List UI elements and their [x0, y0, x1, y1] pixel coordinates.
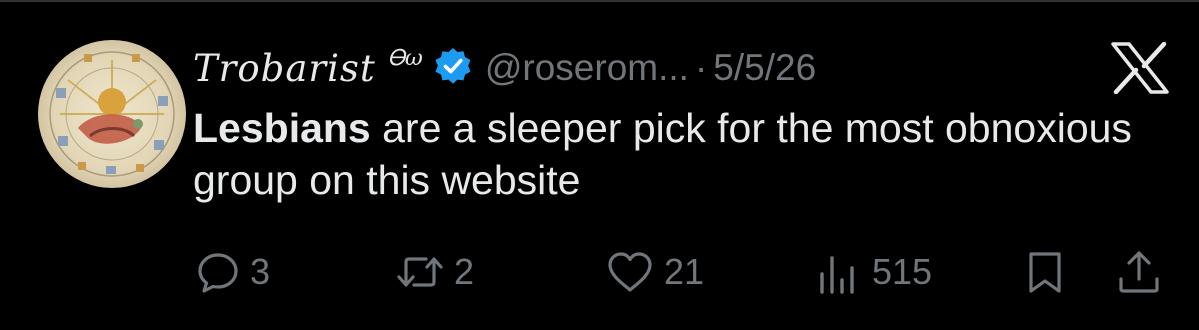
post-text-bold: Lesbians [193, 105, 371, 151]
user-handle[interactable]: @roserom... [485, 47, 689, 89]
avatar-image [38, 40, 186, 188]
speech-bubble-icon [198, 253, 238, 293]
repost-count: 2 [454, 251, 475, 292]
reply-button[interactable]: 3 [196, 242, 270, 302]
views-button[interactable]: 515 [814, 242, 932, 302]
heart-icon [608, 252, 652, 292]
action-bar: 3 2 21 515 [0, 242, 1199, 302]
like-button[interactable]: 21 [606, 242, 704, 302]
reply-count: 3 [250, 251, 271, 292]
post-card[interactable]: Trobarist Ꮎω @roserom... · 5/5/26 Lesbia… [0, 0, 1199, 330]
post-header: Trobarist Ꮎω @roserom... · 5/5/26 [193, 40, 816, 96]
repost-arrows-icon [397, 257, 443, 287]
avatar[interactable] [38, 40, 186, 188]
share-button[interactable] [1116, 242, 1162, 302]
views-count: 515 [872, 251, 933, 292]
bookmark-icon [1029, 252, 1061, 293]
bar-chart-icon [820, 256, 854, 294]
display-name[interactable]: Trobarist [193, 47, 376, 90]
post-date[interactable]: 5/5/26 [713, 47, 816, 89]
name-glyph: Ꮎω [387, 45, 423, 71]
share-upload-icon [1119, 251, 1159, 293]
verified-badge-icon [435, 48, 471, 84]
like-count: 21 [664, 251, 705, 292]
x-logo-icon[interactable] [1111, 42, 1169, 94]
post-text: Lesbians are a sleeper pick for the most… [193, 102, 1153, 206]
repost-button[interactable]: 2 [396, 242, 474, 302]
separator-dot: · [694, 47, 708, 88]
bookmark-button[interactable] [1025, 242, 1065, 302]
